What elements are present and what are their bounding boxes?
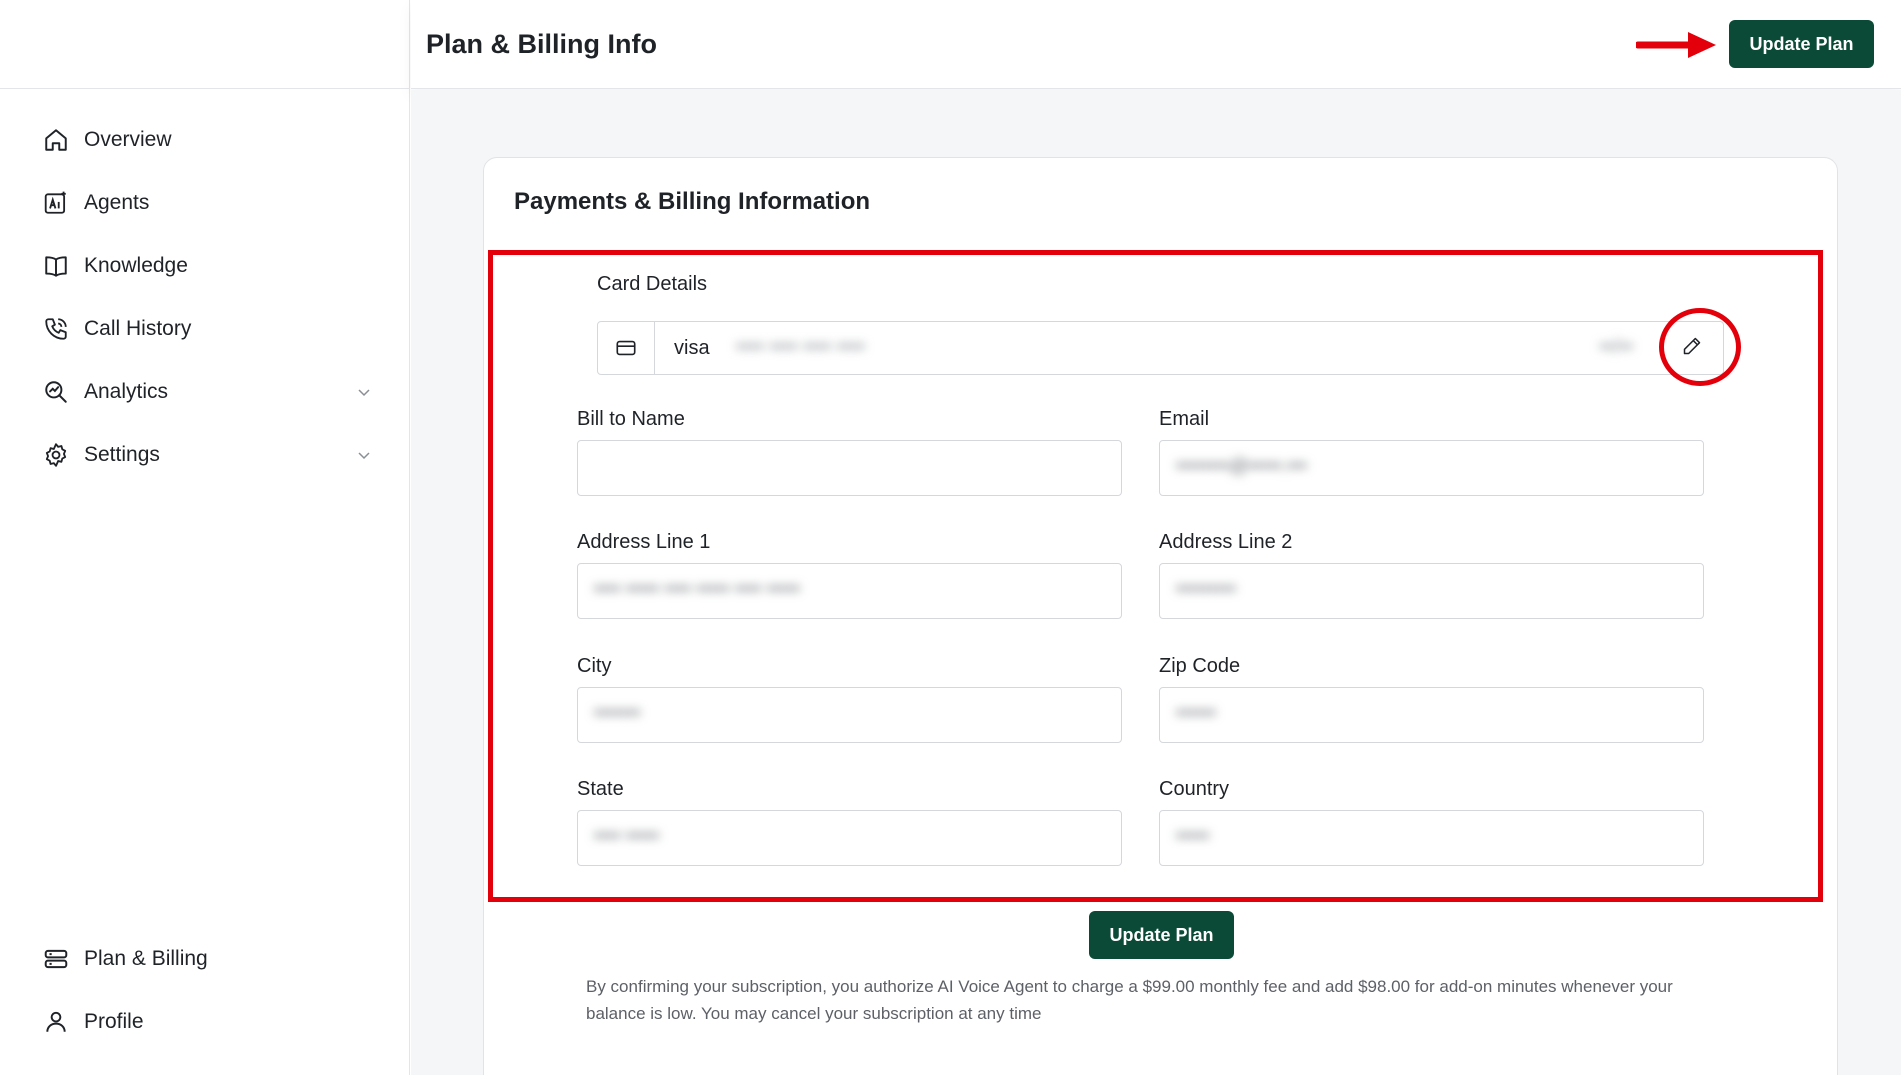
user-icon xyxy=(42,1008,70,1036)
country-value: ••••• xyxy=(1176,826,1210,847)
zip-code-label: Zip Code xyxy=(1159,655,1241,677)
sidebar-item-analytics[interactable]: Analytics xyxy=(0,360,410,423)
analytics-icon xyxy=(42,378,70,406)
card-expiry: ••/•• xyxy=(1599,336,1633,358)
sidebar-item-label: Settings xyxy=(84,442,160,466)
page-header: Plan & Billing Info Update Plan xyxy=(411,0,1901,89)
book-icon xyxy=(42,252,70,280)
sidebar-item-label: Plan & Billing xyxy=(84,946,208,970)
billing-stack-icon xyxy=(42,945,70,973)
edit-card-button[interactable] xyxy=(1671,326,1713,368)
email-value: ••••••••@•••••.••• xyxy=(1176,456,1307,477)
address-line-2-field[interactable]: ••••••••• xyxy=(1159,563,1704,619)
bill-to-name-field[interactable] xyxy=(577,440,1122,496)
city-label: City xyxy=(577,655,612,677)
email-field[interactable]: ••••••••@•••••.••• xyxy=(1159,440,1704,496)
country-field[interactable]: ••••• xyxy=(1159,810,1704,866)
update-plan-button[interactable]: Update Plan xyxy=(1729,20,1874,68)
card-details-field: visa •••• •••• •••• •••• ••/•• xyxy=(597,321,1724,375)
sidebar-item-label: Overview xyxy=(84,127,172,151)
address-line-1-value: •••• ••••• •••• ••••• •••• ••••• xyxy=(594,579,800,600)
sidebar: Overview Agents Knowledge Call History A… xyxy=(0,0,410,1075)
address-line-2-label: Address Line 2 xyxy=(1159,531,1293,553)
sidebar-item-label: Call History xyxy=(84,316,192,340)
card-title: Payments & Billing Information xyxy=(514,188,871,215)
subscription-legal-text: By confirming your subscription, you aut… xyxy=(586,977,1673,1023)
state-field[interactable]: •••• ••••• xyxy=(577,810,1122,866)
email-label: Email xyxy=(1159,408,1210,430)
card-number-masked: •••• •••• •••• •••• xyxy=(736,336,865,358)
red-arrow-annotation xyxy=(1636,32,1716,58)
sidebar-item-label: Profile xyxy=(84,1009,144,1033)
sidebar-item-knowledge[interactable]: Knowledge xyxy=(0,234,410,297)
chevron-down-icon[interactable] xyxy=(354,382,374,402)
card-details-label: Card Details xyxy=(597,273,708,295)
city-field[interactable]: ••••••• xyxy=(577,687,1122,743)
home-icon xyxy=(42,126,70,154)
chevron-down-icon[interactable] xyxy=(354,445,374,465)
sidebar-item-overview[interactable]: Overview xyxy=(0,108,410,171)
country-label: Country xyxy=(1159,778,1230,800)
sidebar-item-plan-billing[interactable]: Plan & Billing xyxy=(0,927,410,990)
main-content: Payments & Billing Information Card Deta… xyxy=(411,90,1901,1075)
sidebar-logo-area xyxy=(0,0,409,89)
state-value: •••• ••••• xyxy=(594,826,660,847)
bill-to-name-label: Bill to Name xyxy=(577,408,685,430)
phone-call-icon xyxy=(42,315,70,343)
billing-card: Payments & Billing Information Card Deta… xyxy=(483,157,1838,1075)
sidebar-item-agents[interactable]: Agents xyxy=(0,171,410,234)
sidebar-item-call-history[interactable]: Call History xyxy=(0,297,410,360)
address-line-1-field[interactable]: •••• ••••• •••• ••••• •••• ••••• xyxy=(577,563,1122,619)
ai-agent-icon xyxy=(42,189,70,217)
page-title: Plan & Billing Info xyxy=(426,28,657,59)
sidebar-item-label: Knowledge xyxy=(84,253,188,277)
sidebar-nav: Overview Agents Knowledge Call History A… xyxy=(0,108,410,486)
city-value: ••••••• xyxy=(594,703,641,724)
zip-code-value: •••••• xyxy=(1176,703,1216,724)
sidebar-bottom-nav: Plan & Billing Profile xyxy=(0,927,410,1053)
zip-code-field[interactable]: •••••• xyxy=(1159,687,1704,743)
credit-card-icon xyxy=(598,322,655,374)
sidebar-item-profile[interactable]: Profile xyxy=(0,990,410,1053)
update-plan-submit-button[interactable]: Update Plan xyxy=(1089,911,1234,959)
card-brand: visa xyxy=(674,337,710,359)
address-line-1-label: Address Line 1 xyxy=(577,531,711,553)
sidebar-item-settings[interactable]: Settings xyxy=(0,423,410,486)
state-label: State xyxy=(577,778,624,800)
sidebar-item-label: Agents xyxy=(84,190,150,214)
gear-icon xyxy=(42,441,70,469)
sidebar-item-label: Analytics xyxy=(84,379,169,403)
address-line-2-value: ••••••••• xyxy=(1176,579,1236,600)
pencil-icon xyxy=(1682,336,1702,359)
